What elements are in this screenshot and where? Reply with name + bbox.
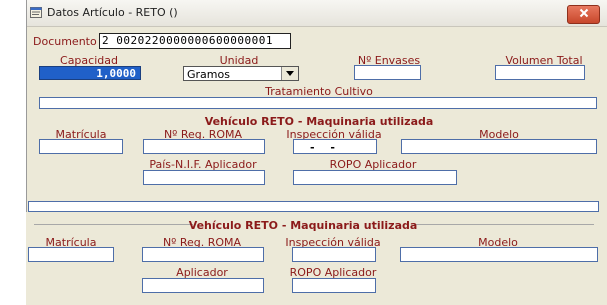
form-icon xyxy=(30,7,42,18)
section2-ropo-field[interactable] xyxy=(292,278,376,293)
inspeccion-valida-value: - - xyxy=(310,141,341,154)
section2-inspeccion-field[interactable] xyxy=(292,247,376,262)
close-icon xyxy=(579,8,589,21)
ropo-aplicador-field[interactable] xyxy=(293,170,457,185)
unidad-select[interactable]: Gramos xyxy=(183,66,299,81)
pais-nif-aplicador-field[interactable] xyxy=(143,170,265,185)
matricula-field[interactable] xyxy=(39,139,123,154)
window-title: Datos Artículo - RETO () xyxy=(47,6,178,19)
documento-label: Documento xyxy=(33,35,97,48)
capacidad-field[interactable]: 1,0000 xyxy=(39,66,141,80)
section2-aplicador-field[interactable] xyxy=(142,278,264,293)
section2-separator-right xyxy=(414,224,594,225)
n-envases-field[interactable] xyxy=(354,65,421,80)
close-button[interactable] xyxy=(567,5,600,24)
unidad-selected-value: Gramos xyxy=(187,68,230,81)
section2-modelo-field[interactable] xyxy=(400,247,598,262)
vehiculo-section2-title: Vehículo RETO - Maquinaria utilizada xyxy=(188,219,418,232)
section-divider-field[interactable] xyxy=(28,201,599,212)
inspeccion-valida-field[interactable]: - - xyxy=(293,139,377,154)
modelo-field[interactable] xyxy=(401,139,597,154)
volumen-total-field[interactable] xyxy=(495,65,585,80)
documento-field[interactable]: 2 0020220000000600000001 xyxy=(99,33,291,49)
section2-separator-left xyxy=(34,224,193,225)
section2-reg-roma-field[interactable] xyxy=(142,247,264,262)
reg-roma-field[interactable] xyxy=(143,139,265,154)
title-bar[interactable]: Datos Artículo - RETO () xyxy=(27,0,607,27)
tratamiento-cultivo-field[interactable] xyxy=(39,97,597,109)
vehiculo-section-title: Vehículo RETO - Maquinaria utilizada xyxy=(204,115,434,128)
section2-matricula-field[interactable] xyxy=(28,247,114,262)
chevron-down-icon[interactable] xyxy=(281,67,298,80)
